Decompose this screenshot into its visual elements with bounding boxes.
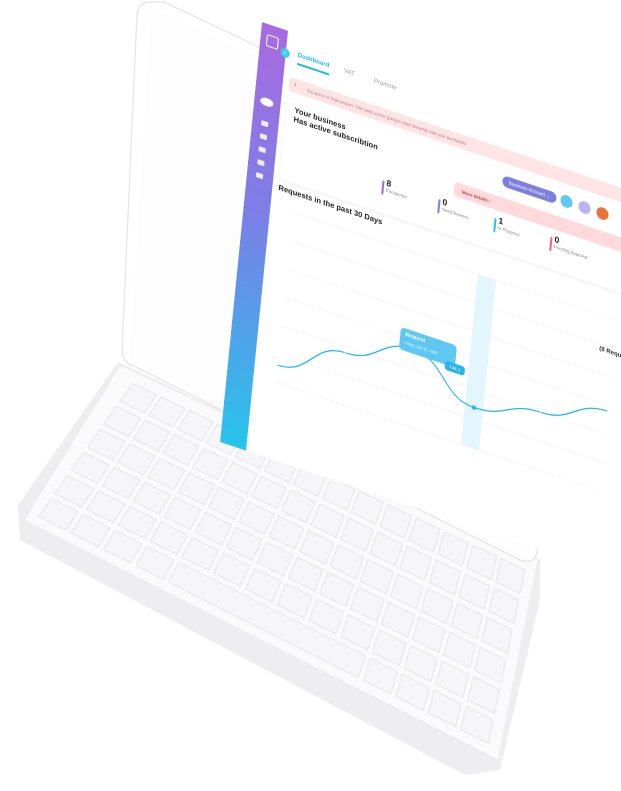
chart-highlight-band xyxy=(460,274,496,451)
business-account-label: Business Account xyxy=(508,180,546,198)
app-logo-icon[interactable] xyxy=(265,34,279,51)
eye-icon[interactable] xyxy=(260,96,274,109)
stat-indicator xyxy=(381,180,385,195)
sidebar-item-messages-icon[interactable] xyxy=(257,159,265,167)
sidebar-item-tasks-icon[interactable] xyxy=(258,146,266,154)
help-icon[interactable] xyxy=(559,193,574,210)
chart-series-line xyxy=(277,345,608,416)
stat-indicator xyxy=(549,236,553,252)
sidebar-item-requests-icon[interactable] xyxy=(261,120,269,128)
stat-indicator xyxy=(493,217,497,233)
tab-dashboard[interactable]: Dashboard xyxy=(297,52,330,75)
tab-label: Promote xyxy=(373,78,397,92)
tablet: ‹ Dashboard VAT Promote i You are in a T… xyxy=(122,2,621,581)
avatar[interactable] xyxy=(595,205,610,222)
more-details-link[interactable]: More details › xyxy=(462,189,491,203)
tab-label: Dashboard xyxy=(297,52,330,70)
stat-indicator xyxy=(437,198,441,214)
bell-icon[interactable] xyxy=(577,199,592,216)
stat-completed: 8 Completed xyxy=(381,178,432,208)
more-details-label: More details xyxy=(461,188,488,203)
tab-vat[interactable]: VAT xyxy=(344,68,355,78)
chart-gridline xyxy=(275,381,600,491)
chevron-down-icon: ⌄ xyxy=(546,192,551,200)
tab-promote[interactable]: Promote xyxy=(374,78,397,92)
sidebar-item-settings-icon[interactable] xyxy=(255,172,264,180)
sidebar-item-documents-icon[interactable] xyxy=(259,133,268,141)
chart-gridline xyxy=(278,353,603,463)
info-icon: i xyxy=(294,81,297,88)
tab-label: VAT xyxy=(343,68,355,78)
chevron-right-icon: › xyxy=(488,197,491,204)
